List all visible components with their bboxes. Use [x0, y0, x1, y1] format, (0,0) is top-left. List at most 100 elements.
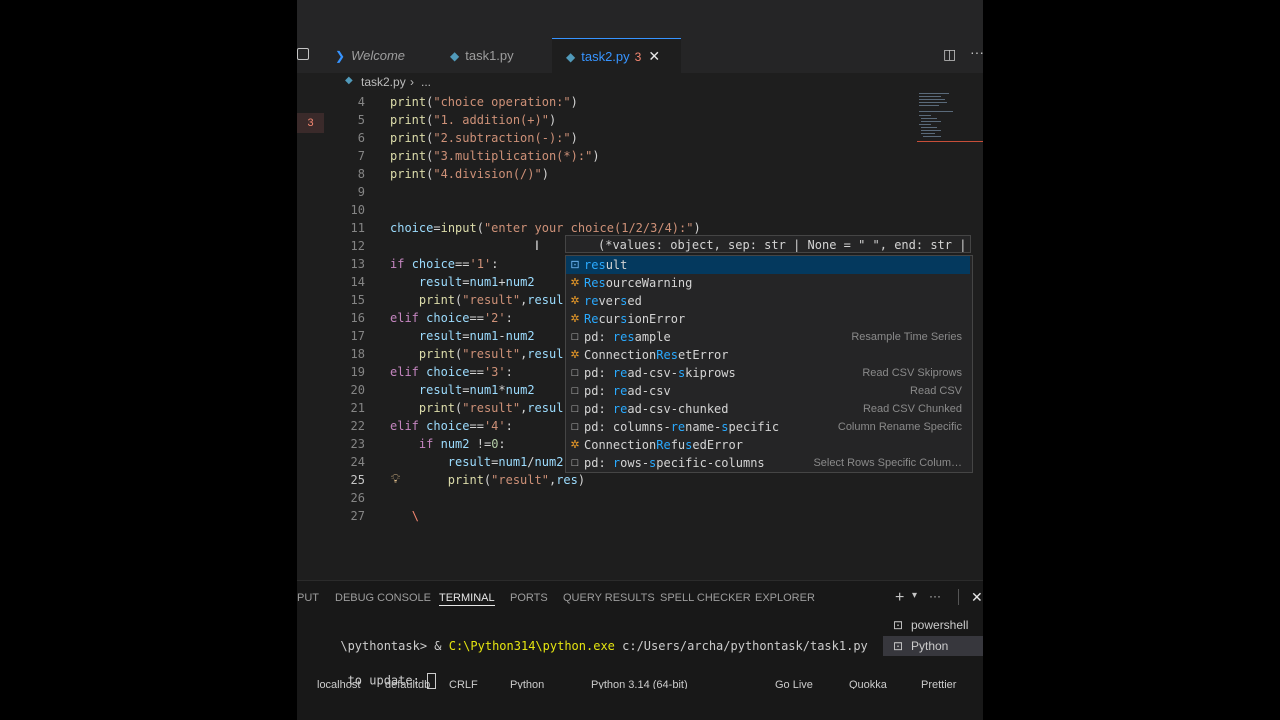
suggestion-detail: Select Rows Specific Colum…: [813, 457, 962, 469]
code-text: print("4.division(/)"): [390, 167, 549, 181]
code-text: print("result",resul: [418, 401, 564, 415]
suggestion-label: ConnectionRefusedError: [584, 438, 743, 452]
new-terminal-icon[interactable]: +: [895, 589, 904, 607]
terminal-name: powershell: [911, 618, 969, 632]
suggestion-item[interactable]: □ pd: resample Resample Time Series: [566, 328, 970, 346]
code-line[interactable]: 10: [297, 201, 983, 219]
snippet-icon: □: [571, 457, 579, 469]
terminal-powershell[interactable]: ⊡ powershell: [883, 615, 983, 635]
code-text: result=num1/num2: [447, 455, 564, 469]
line-number: 24: [350, 455, 365, 469]
line-number: 26: [350, 491, 365, 505]
suggestion-label: ResourceWarning: [584, 276, 693, 290]
python-icon: ◆: [566, 49, 576, 64]
vscode-icon: ❯: [335, 48, 346, 63]
code-text: result=num1*num2: [418, 383, 535, 397]
line-number: 15: [350, 293, 365, 307]
more-actions-icon[interactable]: ···: [970, 44, 983, 60]
status-language[interactable]: Python: [510, 679, 544, 689]
lightbulb-icon[interactable]: 💡︎: [391, 471, 400, 487]
panel-tab-spell-checker[interactable]: SPELL CHECKER: [660, 581, 751, 615]
tab-label: task1.py: [465, 48, 514, 63]
suggestion-item[interactable]: ✲ reversed: [566, 292, 970, 310]
suggestion-item[interactable]: □ pd: read-csv-skiprows Read CSV Skiprows: [566, 364, 970, 382]
status-host[interactable]: localhost: [317, 679, 360, 689]
status-quokka[interactable]: Quokka: [849, 679, 887, 689]
code-text: print("3.multiplication(*):"): [390, 149, 600, 163]
code-line[interactable]: 7 print("3.multiplication(*):"): [297, 147, 983, 165]
line-number: 12: [350, 239, 365, 253]
breadcrumb-file[interactable]: task2.py: [361, 75, 406, 89]
status-eol[interactable]: CRLF: [449, 679, 478, 689]
code-text: \: [411, 509, 419, 523]
terminal-python[interactable]: ⊡ Python: [883, 636, 983, 656]
close-icon[interactable]: ✕: [648, 48, 660, 65]
terminal-icon: ⊡: [893, 639, 904, 653]
suggestion-item[interactable]: □ pd: columns-rename-specific Column Renam…: [566, 418, 970, 436]
signature-hint: (*values: object, sep: str | None = " ",…: [565, 235, 971, 253]
status-prettier[interactable]: Prettier: [921, 679, 956, 689]
panel-tab-put[interactable]: PUT: [297, 581, 319, 615]
status-db[interactable]: defaultdb: [385, 679, 430, 689]
code-line[interactable]: 5 print("1. addition(+)"): [297, 111, 983, 129]
code-line[interactable]: 9: [297, 183, 983, 201]
minimap[interactable]: [917, 93, 983, 153]
suggestion-label: result: [584, 258, 628, 272]
suggestion-item[interactable]: □ pd: read-csv-chunked Read CSV Chunked: [566, 400, 970, 418]
suggestion-label: pd: columns-rename-specific: [584, 420, 780, 434]
suggestion-detail: Read CSV Chunked: [862, 403, 962, 415]
code-line[interactable]: 26: [297, 489, 983, 507]
line-number: 7: [357, 149, 365, 163]
status-bar: localhost defaultdb CRLF Python Python 3…: [297, 679, 983, 689]
line-number: 4: [357, 95, 365, 109]
line-number: 21: [350, 401, 365, 415]
more-actions-icon[interactable]: ···: [929, 589, 941, 603]
vscode-window: ❯ Welcome ◆ task1.py ◆ task2.py 3 ✕ ◫ ··…: [297, 0, 983, 720]
code-line[interactable]: 6 print("2.subtraction(-):"): [297, 129, 983, 147]
code-editor[interactable]: 3 4 print("choice operation:") 5 print("1. …: [297, 93, 983, 580]
suggestion-item[interactable]: ✲ ConnectionResetError: [566, 346, 970, 364]
breadcrumb-more[interactable]: ...: [421, 75, 431, 89]
line-number: 18: [350, 347, 365, 361]
terminal-arg: c:/Users/archa/pythontask/task1.py: [614, 639, 868, 653]
divider: [958, 589, 959, 605]
class-icon: ✲: [570, 295, 580, 307]
status-go-live[interactable]: Go Live: [775, 679, 813, 689]
tab-task2[interactable]: ◆ task2.py 3 ✕: [552, 38, 681, 74]
split-editor-icon[interactable]: ◫: [943, 46, 956, 63]
panel-tab-ports[interactable]: PORTS: [510, 581, 548, 615]
code-text: result=num1-num2: [418, 329, 535, 343]
suggestion-item[interactable]: ✲ ResourceWarning: [566, 274, 970, 292]
code-line[interactable]: 4 print("choice operation:"): [297, 93, 983, 111]
panel-tab-terminal[interactable]: TERMINAL: [439, 581, 495, 606]
python-icon: ◆: [450, 48, 460, 63]
breadcrumb: ◆ task2.py › ...: [297, 73, 983, 93]
suggestion-item[interactable]: □ pd: rows-specific-columns Select Rows Sp…: [566, 454, 970, 472]
suggestion-widget[interactable]: ⊡ result ✲ ResourceWarning ✲ reversed ✲ Recursi…: [565, 255, 973, 473]
code-text: elif choice=='2':: [390, 311, 513, 325]
suggestion-item[interactable]: ✲ ConnectionRefusedError: [566, 436, 970, 454]
line-number: 14: [350, 275, 365, 289]
class-icon: ✲: [570, 439, 580, 451]
panel-tab-query-results[interactable]: QUERY RESULTS: [563, 581, 655, 615]
class-icon: ✲: [570, 277, 580, 289]
code-text: print("1. addition(+)"): [390, 113, 557, 127]
sidebar-toggle-icon[interactable]: [297, 48, 309, 60]
suggestion-label: RecursionError: [584, 312, 686, 326]
panel-tab-explorer[interactable]: EXPLORER: [755, 581, 815, 615]
tab-task1[interactable]: ◆ task1.py: [442, 38, 560, 73]
snippet-icon: □: [571, 331, 579, 343]
code-line[interactable]: 27 \: [297, 507, 983, 525]
status-interpreter[interactable]: Python 3.14 (64-bit): [591, 679, 688, 689]
suggestion-item[interactable]: □ pd: read-csv Read CSV: [566, 382, 970, 400]
suggestion-item[interactable]: ⊡ result: [566, 256, 970, 274]
suggestion-detail: Read CSV Skiprows: [862, 367, 962, 379]
chevron-down-icon[interactable]: ▾: [912, 590, 917, 601]
suggestion-label: pd: read-csv: [584, 384, 671, 398]
close-panel-icon[interactable]: ✕: [971, 589, 983, 606]
suggestion-item[interactable]: ✲ RecursionError: [566, 310, 970, 328]
tab-welcome[interactable]: ❯ Welcome: [327, 38, 445, 73]
code-line[interactable]: 8 print("4.division(/)"): [297, 165, 983, 183]
panel-tab-debug-console[interactable]: DEBUG CONSOLE: [335, 581, 431, 615]
line-number: 23: [350, 437, 365, 451]
